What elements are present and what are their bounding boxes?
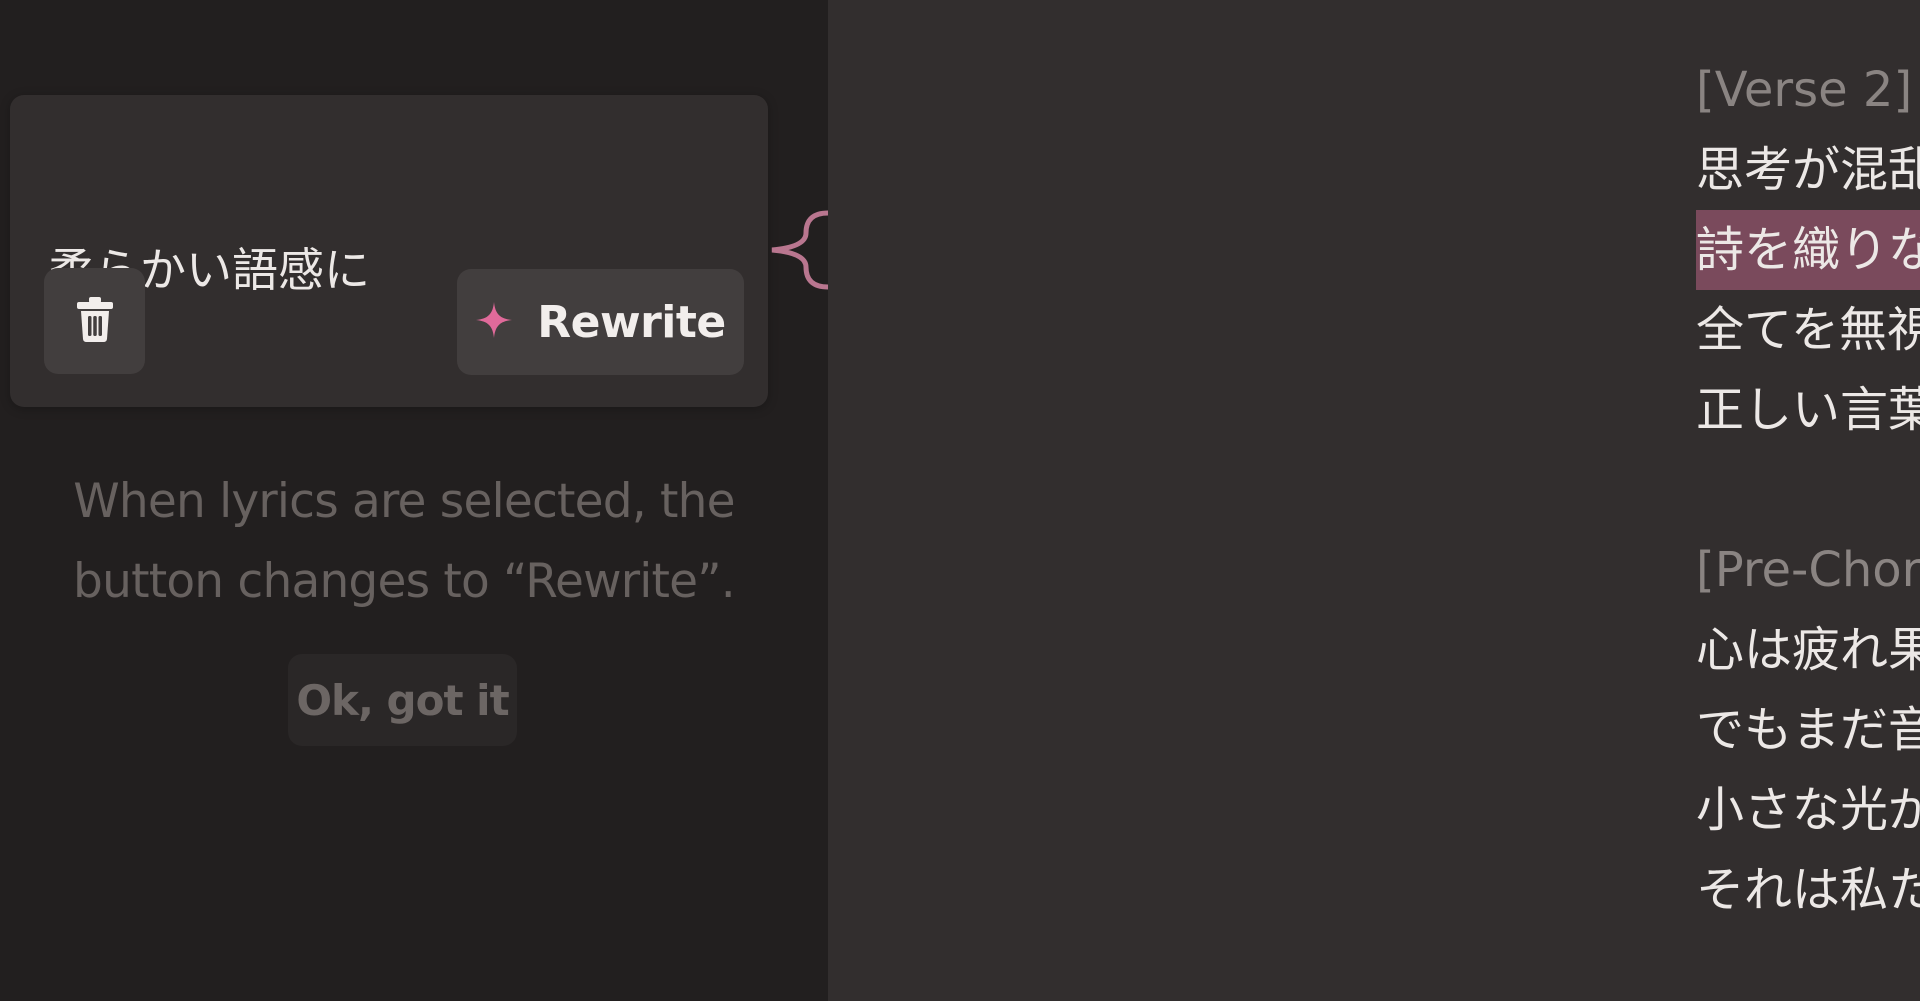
delete-button[interactable]	[44, 268, 145, 374]
sparkle-icon	[475, 301, 513, 343]
lyrics-editor[interactable]: [Verse 2] 思考が混乱し、気持ちが沈む 詩を織りなすのはなかなか難しい …	[828, 0, 1920, 1001]
lyric-line: 思考が混乱し、気持ちが沈む	[1696, 142, 1920, 198]
tip-line-1: When lyrics are selected, the	[73, 474, 735, 529]
left-panel: 柔らかい語感に Rewrite When lyrics are selected…	[0, 0, 830, 1001]
ok-got-it-button[interactable]: Ok, got it	[288, 654, 517, 746]
tip-line-2: button changes to “Rewrite”.	[73, 554, 736, 609]
trash-icon	[75, 295, 115, 347]
section-header-verse-2: [Verse 2]	[1696, 62, 1913, 118]
section-header-pre-chorus: [Pre-Chorus]	[1696, 542, 1920, 598]
selected-lyric-line[interactable]: 詩を織りなすのはなかなか難しい	[1696, 210, 1920, 290]
lyric-line: 小さな光がまだ見える	[1696, 782, 1920, 838]
lyrics-text: [Verse 2] 思考が混乱し、気持ちが沈む 詩を織りなすのはなかなか難しい …	[1696, 50, 1920, 930]
lyric-line: 心は疲れ果てて、言の葉は枯れ果てて	[1696, 622, 1920, 678]
rewrite-button-label: Rewrite	[537, 296, 726, 348]
lyric-line: でもまだ音楽の中には希望がある	[1696, 702, 1920, 758]
selection-bracket	[771, 210, 830, 290]
lyric-line: 全てを無視する衝動に駆られる	[1696, 302, 1920, 358]
lyric-line: 正しい言葉を探し求める	[1696, 382, 1920, 438]
onboarding-tip: When lyrics are selected, the button cha…	[45, 462, 763, 622]
lyric-line: それは私たちがまだやり遂げられるという証	[1696, 862, 1920, 918]
rewrite-button[interactable]: Rewrite	[457, 269, 744, 375]
rewrite-popover: 柔らかい語感に Rewrite	[10, 95, 768, 407]
selection-highlight[interactable]: 詩を織りなすのはなかなか難しい	[1696, 210, 1920, 290]
